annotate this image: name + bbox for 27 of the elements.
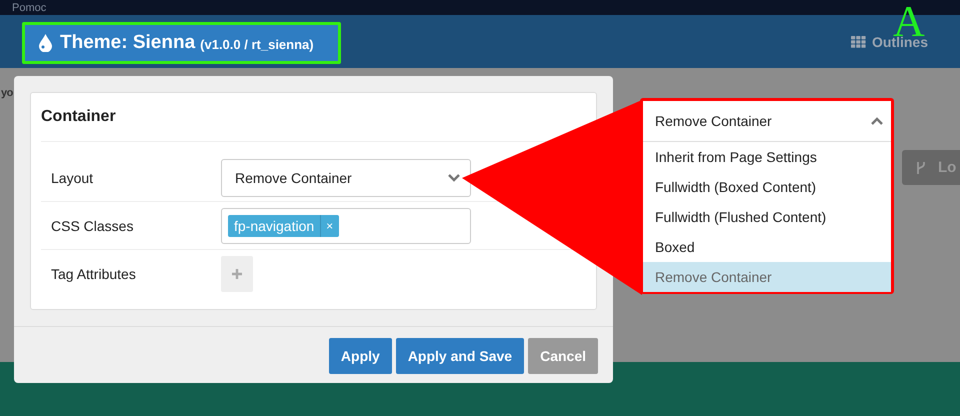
dropdown-option[interactable]: Boxed bbox=[643, 232, 891, 262]
field-label: Layout bbox=[51, 170, 94, 186]
field-label: Tag Attributes bbox=[51, 266, 137, 282]
branch-icon bbox=[916, 160, 926, 174]
chevron-down-icon bbox=[448, 174, 460, 182]
plus-icon bbox=[232, 268, 242, 278]
theme-title: Theme: Sienna bbox=[60, 32, 196, 54]
dropdown-select[interactable]: Remove Container bbox=[643, 101, 891, 142]
field-label: CSS Classes bbox=[51, 218, 134, 234]
dialog-button[interactable]: Apply bbox=[328, 338, 392, 374]
dropdown-option[interactable]: Inherit from Page Settings bbox=[643, 142, 891, 172]
theme-version: (v1.0.0 / rt_sienna) bbox=[200, 37, 314, 52]
dialog-button[interactable]: Cancel bbox=[528, 338, 598, 374]
chevron-up-icon bbox=[871, 117, 883, 125]
dropdown-option[interactable]: Remove Container bbox=[643, 262, 891, 292]
class-tag: fp-navigation bbox=[228, 214, 320, 236]
dropdown-option[interactable]: Fullwidth (Boxed Content) bbox=[643, 172, 891, 202]
drop-icon bbox=[39, 34, 52, 52]
dialog-button[interactable]: Apply and Save bbox=[396, 338, 524, 374]
add-button[interactable] bbox=[221, 256, 253, 292]
menu-item[interactable]: Pomoc bbox=[12, 2, 46, 15]
side-text: yo bbox=[1, 87, 13, 99]
grid-icon bbox=[850, 36, 866, 48]
css-classes-field[interactable]: fp-navigation × bbox=[221, 208, 471, 244]
layout-select[interactable]: Remove Container bbox=[221, 158, 471, 196]
tag-remove-button[interactable]: × bbox=[320, 214, 340, 236]
dropdown-option[interactable]: Fullwidth (Flushed Content) bbox=[643, 202, 891, 232]
